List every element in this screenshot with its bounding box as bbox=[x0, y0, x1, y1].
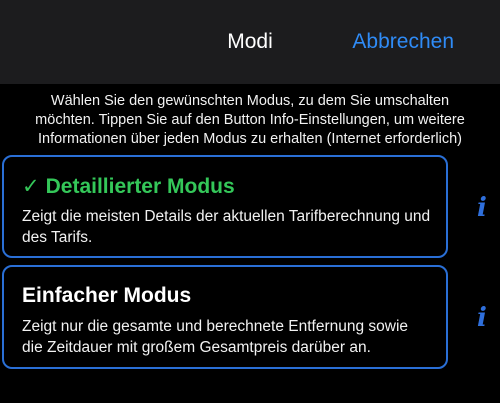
checkmark-icon: ✓ bbox=[22, 175, 40, 198]
mode-title: ✓ Detaillierter Modus bbox=[22, 174, 235, 199]
info-icon[interactable]: i bbox=[472, 195, 492, 221]
mode-title: Einfacher Modus bbox=[22, 284, 192, 307]
modes-screen: Modi Abbrechen Wählen Sie den gewünschte… bbox=[0, 0, 500, 403]
mode-option-detailed[interactable]: ✓ Detaillierter Modus Zeigt die meisten D… bbox=[2, 155, 448, 258]
mode-description: Zeigt nur die gesamte und berechnete Ent… bbox=[22, 318, 409, 356]
mode-title-label: Detaillierter Modus bbox=[45, 175, 235, 198]
instructions-text: Wählen Sie den gewünschten Modus, zu dem… bbox=[35, 93, 465, 147]
info-icon[interactable]: i bbox=[472, 305, 492, 331]
cancel-button[interactable]: Abbrechen bbox=[352, 30, 454, 54]
mode-option-simple[interactable]: Einfacher Modus Zeigt nur die gesamte un… bbox=[2, 265, 448, 369]
mode-description: Zeigt die meisten Details der aktuellen … bbox=[22, 208, 431, 246]
navigation-bar: Modi Abbrechen bbox=[0, 0, 500, 84]
